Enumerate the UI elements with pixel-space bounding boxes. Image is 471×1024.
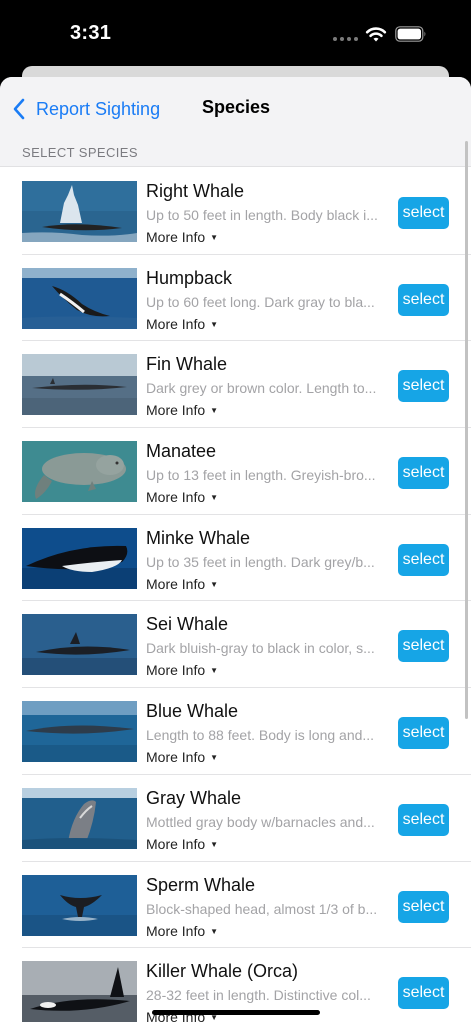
fin-whale-image [22, 354, 137, 416]
more-info-label: More Info [146, 315, 206, 332]
list-item: Fin Whale Dark grey or brown color. Leng… [22, 341, 471, 429]
select-button[interactable]: select [398, 197, 449, 229]
battery-icon [395, 26, 426, 42]
sperm-whale-image [22, 874, 137, 936]
caret-down-icon: ▼ [210, 319, 219, 329]
humpback-image [22, 267, 137, 329]
species-name: Right Whale [146, 181, 245, 201]
species-name: Humpback [146, 267, 233, 288]
list-item: Right Whale Up to 50 feet in length. Bod… [22, 168, 471, 255]
list-item: Blue Whale Length to 88 feet. Body is lo… [22, 688, 471, 775]
status-bar: 3:31 [0, 0, 471, 70]
caret-down-icon: ▼ [210, 233, 219, 242]
right-whale-image [22, 181, 137, 242]
more-info-label: More Info [146, 922, 206, 939]
select-button[interactable]: select [398, 890, 449, 923]
gray-whale-image [22, 787, 137, 849]
caret-down-icon: ▼ [210, 926, 219, 936]
species-list: Right Whale Up to 50 feet in length. Bod… [0, 168, 471, 1024]
more-info-toggle[interactable]: More Info ▼ [146, 576, 218, 592]
more-info-label: More Info [146, 835, 206, 852]
more-info-toggle[interactable]: More Info ▼ [146, 836, 218, 852]
back-button-label: Report Sighting [36, 98, 161, 119]
more-info-label: More Info [146, 575, 206, 592]
caret-down-icon: ▼ [210, 406, 219, 416]
species-description: Up to 13 feet in length. Greyish-bro... [146, 467, 376, 484]
more-info-toggle[interactable]: More Info ▼ [146, 402, 218, 418]
species-description: Length to 88 feet. Body is long and... [146, 727, 375, 744]
species-description: Up to 60 feet long. Dark gray to bla... [146, 293, 375, 310]
species-name: Minke Whale [146, 527, 251, 548]
species-name: Manatee [146, 441, 217, 462]
caret-down-icon: ▼ [210, 579, 219, 589]
list-item: Sperm Whale Block-shaped head, almost 1/… [22, 862, 471, 949]
species-name: Sperm Whale [146, 874, 256, 895]
species-description: Up to 50 feet in length. Body black i... [146, 207, 378, 223]
more-info-toggle[interactable]: More Info ▼ [146, 662, 218, 678]
list-item: Humpback Up to 60 feet long. Dark gray t… [22, 255, 471, 342]
page-title: Species [202, 97, 271, 117]
section-header: SELECT SPECIES [0, 139, 471, 167]
blue-whale-image [22, 701, 137, 763]
more-info-label: More Info [146, 489, 206, 506]
more-info-label: More Info [146, 749, 206, 766]
species-name: Killer Whale (Orca) [146, 961, 299, 982]
minke-whale-image [22, 527, 137, 589]
home-indicator[interactable] [152, 1010, 320, 1015]
more-info-toggle[interactable]: More Info ▼ [146, 749, 218, 765]
sei-whale-image [22, 614, 137, 676]
species-name: Gray Whale [146, 787, 242, 808]
species-description: Dark bluish-gray to black in color, s... [146, 640, 375, 657]
more-info-label: More Info [146, 402, 206, 419]
signal-dots-icon [333, 37, 358, 41]
status-time: 3:31 [70, 22, 112, 44]
select-button[interactable]: select [398, 717, 449, 750]
species-description: Dark grey or brown color. Length to... [146, 380, 377, 397]
more-info-toggle[interactable]: More Info ▼ [146, 923, 218, 939]
list-item: Gray Whale Mottled gray body w/barnacles… [22, 775, 471, 862]
select-button[interactable]: select [398, 457, 449, 490]
select-button[interactable]: select [398, 283, 449, 316]
caret-down-icon: ▼ [210, 666, 219, 676]
navigation-bar: Report Sighting Species [0, 77, 471, 139]
section-header-label: SELECT SPECIES [22, 145, 138, 160]
more-info-toggle[interactable]: More Info ▼ [146, 229, 218, 245]
more-info-label: More Info [146, 229, 206, 245]
species-description: Block-shaped head, almost 1/3 of b... [146, 900, 378, 917]
species-description: Up to 35 feet in length. Dark grey/b... [146, 553, 375, 570]
select-button[interactable]: select [398, 543, 449, 576]
killer-whale-image [22, 961, 137, 1023]
species-name: Fin Whale [146, 354, 228, 375]
caret-down-icon: ▼ [210, 839, 219, 849]
back-button[interactable]: Report Sighting [12, 95, 160, 123]
species-name: Sei Whale [146, 614, 229, 635]
more-info-label: More Info [146, 662, 206, 679]
caret-down-icon: ▼ [210, 753, 219, 763]
select-button[interactable]: select [398, 977, 449, 1010]
species-description: 28-32 feet in length. Distinctive col... [146, 987, 371, 1004]
list-item: Manatee Up to 13 feet in length. Greyish… [22, 428, 471, 515]
species-name: Blue Whale [146, 701, 239, 722]
select-button[interactable]: select [398, 803, 449, 836]
chevron-left-icon [13, 98, 25, 120]
wifi-icon [365, 27, 387, 42]
species-sheet: Report Sighting Species SELECT SPECIES R… [0, 77, 471, 1024]
more-info-toggle[interactable]: More Info ▼ [146, 316, 218, 332]
select-button[interactable]: select [398, 630, 449, 663]
manatee-image [22, 441, 137, 503]
scrollbar[interactable] [465, 141, 468, 719]
list-item: Sei Whale Dark bluish-gray to black in c… [22, 601, 471, 689]
more-info-toggle[interactable]: More Info ▼ [146, 489, 218, 505]
species-description: Mottled gray body w/barnacles and... [146, 813, 375, 830]
list-item: Minke Whale Up to 35 feet in length. Dar… [22, 515, 471, 602]
caret-down-icon: ▼ [210, 493, 219, 503]
select-button[interactable]: select [398, 370, 449, 403]
